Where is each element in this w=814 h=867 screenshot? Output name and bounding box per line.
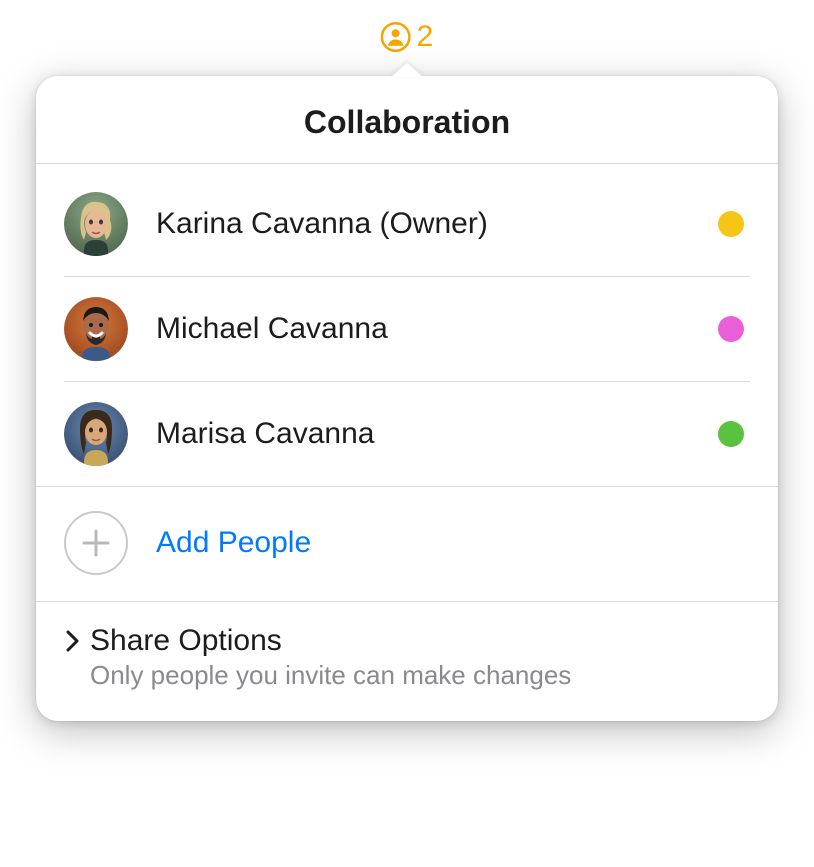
person-name: Karina Cavanna (Owner)	[156, 207, 718, 241]
share-options-title: Share Options	[90, 624, 282, 658]
person-row[interactable]: Michael Cavanna	[64, 277, 750, 382]
add-people-button[interactable]: Add People	[36, 486, 778, 602]
chevron-right-icon	[64, 632, 82, 650]
collaboration-indicator[interactable]: 2	[381, 20, 434, 54]
person-row[interactable]: Marisa Cavanna	[64, 382, 750, 486]
people-icon	[381, 22, 411, 52]
person-name: Michael Cavanna	[156, 312, 718, 346]
avatar	[64, 192, 128, 256]
plus-icon	[64, 511, 128, 575]
add-people-label: Add People	[156, 526, 311, 560]
person-name: Marisa Cavanna	[156, 417, 718, 451]
avatar	[64, 402, 128, 466]
status-dot	[718, 316, 744, 342]
collaboration-count: 2	[417, 20, 434, 54]
people-list: Karina Cavanna (Owner) M	[36, 164, 778, 486]
share-options-button[interactable]: Share Options Only people you invite can…	[36, 602, 778, 721]
status-dot	[718, 211, 744, 237]
person-row[interactable]: Karina Cavanna (Owner)	[64, 164, 750, 277]
popover-title: Collaboration	[36, 76, 778, 164]
status-dot	[718, 421, 744, 447]
avatar	[64, 297, 128, 361]
share-options-subtitle: Only people you invite can make changes	[90, 660, 750, 691]
collaboration-popover: Collaboration Karina Cavanna (Owner)	[36, 76, 778, 721]
